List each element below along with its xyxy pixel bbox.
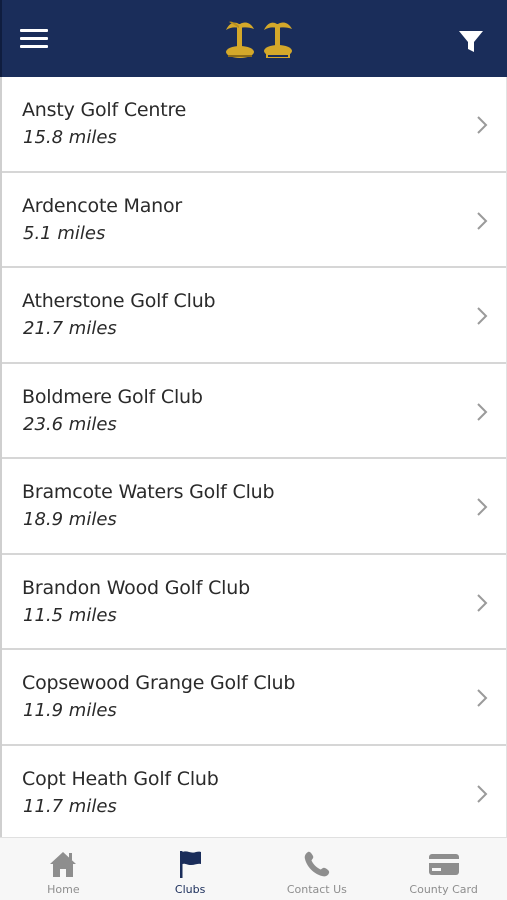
club-distance: 21.7 miles xyxy=(23,318,117,339)
flag-icon xyxy=(180,851,202,878)
county-logo xyxy=(226,21,254,58)
club-name: Boldmere Golf Club xyxy=(22,385,203,408)
club-name: Ansty Golf Centre xyxy=(22,99,187,121)
club-distance: 23.6 miles xyxy=(23,413,117,435)
hamburger-icon[interactable] xyxy=(20,29,48,49)
club-name: Bramcote Waters Golf Club xyxy=(22,481,275,503)
club-distance: 15.8 miles xyxy=(23,127,117,148)
chevron-right-icon xyxy=(477,689,488,707)
phone-icon xyxy=(304,851,330,877)
club-name: Brandon Wood Golf Club xyxy=(22,576,250,599)
tab-label: Contact Us xyxy=(286,883,347,896)
wlcga-logo xyxy=(264,22,292,58)
chevron-right-icon xyxy=(477,593,488,612)
list-item[interactable]: Ardencote Manor 5.1 miles xyxy=(2,172,506,268)
list-item[interactable]: Copt Heath Golf Club 11.7 miles xyxy=(2,745,506,837)
chevron-right-icon xyxy=(477,402,488,421)
header-logos xyxy=(224,18,294,60)
list-item[interactable]: Ansty Golf Centre 15.8 miles xyxy=(2,77,506,173)
filter-icon[interactable] xyxy=(458,30,484,54)
tab-contact-us[interactable]: Contact Us xyxy=(254,838,381,900)
club-distance: 5.1 miles xyxy=(23,222,106,244)
tab-label: Home xyxy=(47,883,80,896)
tab-clubs[interactable]: Clubs xyxy=(127,838,254,900)
list-item[interactable]: Bramcote Waters Golf Club 18.9 miles xyxy=(2,459,506,555)
tab-label: Clubs xyxy=(174,883,206,896)
club-name: Atherstone Golf Club xyxy=(22,290,216,312)
chevron-right-icon xyxy=(477,784,488,803)
club-distance: 11.5 miles xyxy=(23,604,117,626)
club-distance: 18.9 miles xyxy=(23,509,117,530)
chevron-right-icon xyxy=(477,307,488,325)
bottom-tab-bar: Home Clubs Contact Us County Card xyxy=(0,837,507,900)
club-name: Copt Heath Golf Club xyxy=(22,767,219,790)
club-name: Ardencote Manor xyxy=(22,194,183,217)
chevron-right-icon xyxy=(477,498,488,516)
club-distance: 11.9 miles xyxy=(23,700,117,721)
app-header xyxy=(0,0,507,77)
list-item[interactable]: Atherstone Golf Club 21.7 miles xyxy=(2,268,506,364)
club-name: Copsewood Grange Golf Club xyxy=(22,672,296,694)
list-item[interactable]: Copsewood Grange Golf Club 11.9 miles xyxy=(2,650,506,746)
home-icon xyxy=(50,852,77,877)
tab-label: County Card xyxy=(409,883,478,896)
list-item[interactable]: Boldmere Golf Club 23.6 miles xyxy=(2,363,506,459)
chevron-right-icon xyxy=(477,211,488,230)
list-item[interactable]: Brandon Wood Golf Club 11.5 miles xyxy=(2,554,506,650)
tab-county-card[interactable]: County Card xyxy=(380,838,507,900)
chevron-right-icon xyxy=(477,116,488,134)
tab-home[interactable]: Home xyxy=(0,838,127,900)
card-icon xyxy=(428,854,459,875)
club-distance: 11.7 miles xyxy=(23,795,117,817)
club-list: Ansty Golf Centre 15.8 miles Ardencote M… xyxy=(0,77,507,837)
